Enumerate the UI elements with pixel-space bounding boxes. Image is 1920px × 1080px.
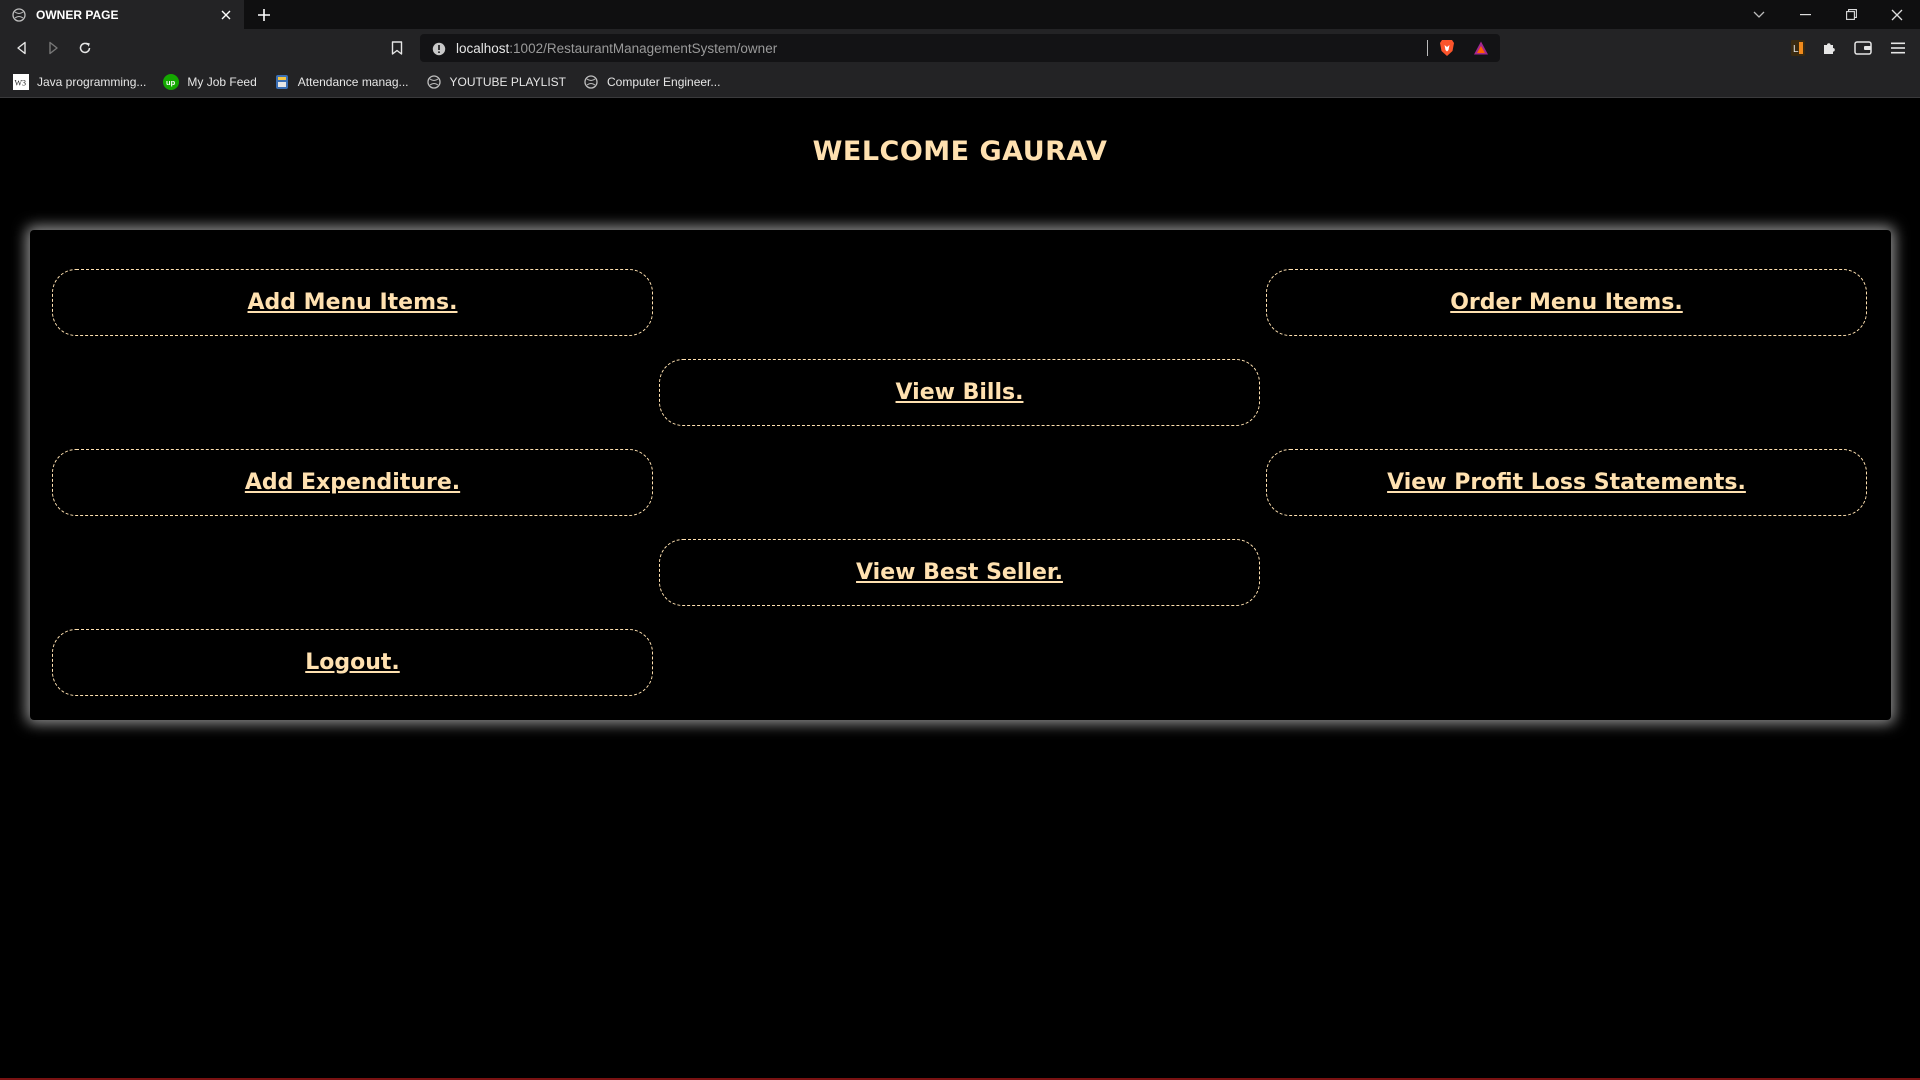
extension-badge: L (1793, 44, 1799, 55)
upwork-icon: up (163, 74, 180, 90)
logout-card[interactable]: Logout. (52, 629, 653, 696)
view-bills-card[interactable]: View Bills. (659, 359, 1260, 426)
bookmark-attendance[interactable]: Attendance manag... (274, 70, 409, 94)
svg-text:W3: W3 (15, 79, 27, 88)
globe-icon (426, 74, 442, 90)
minimize-icon[interactable] (1782, 0, 1828, 29)
site-info-icon[interactable] (432, 41, 446, 56)
url-host: localhost (456, 40, 510, 56)
add-expenditure-card[interactable]: Add Expenditure. (52, 449, 653, 516)
add-expenditure-link[interactable]: Add Expenditure. (245, 470, 460, 495)
bookmarks-bar: W3 Java programming... up My Job Feed At… (0, 67, 1920, 98)
bookmark-java-programming[interactable]: W3 Java programming... (13, 70, 146, 94)
tab-owner-page[interactable]: OWNER PAGE (0, 0, 244, 29)
view-profit-loss-link[interactable]: View Profit Loss Statements. (1387, 470, 1746, 495)
restore-icon[interactable] (1828, 0, 1874, 29)
order-menu-items-card[interactable]: Order Menu Items. (1266, 269, 1867, 336)
bookmark-youtube-playlist[interactable]: YOUTUBE PLAYLIST (426, 70, 566, 94)
add-menu-items-card[interactable]: Add Menu Items. (52, 269, 653, 336)
bookmark-label: Computer Engineer... (607, 75, 721, 89)
extension-l-icon[interactable]: L (1788, 38, 1808, 58)
close-window-icon[interactable] (1874, 0, 1920, 29)
close-tab-icon[interactable] (218, 7, 234, 23)
address-bar[interactable]: localhost:1002/RestaurantManagementSyste… (420, 34, 1500, 62)
order-menu-items-link[interactable]: Order Menu Items. (1450, 290, 1683, 315)
brave-shields-icon[interactable] (1438, 39, 1456, 57)
omnibox-divider (1427, 40, 1428, 56)
logout-link[interactable]: Logout. (305, 650, 400, 675)
globe-icon (583, 74, 599, 90)
app-icon (274, 74, 290, 90)
view-best-seller-card[interactable]: View Best Seller. (659, 539, 1260, 606)
forward-icon[interactable] (40, 35, 66, 61)
tab-title: OWNER PAGE (36, 7, 119, 22)
wallet-icon[interactable] (1853, 38, 1873, 58)
add-menu-items-link[interactable]: Add Menu Items. (248, 290, 458, 315)
new-tab-button[interactable] (253, 4, 275, 26)
owner-actions-panel: Add Menu Items. Order Menu Items. View B… (30, 230, 1891, 720)
bookmark-computer-engineer[interactable]: Computer Engineer... (583, 70, 720, 94)
wiki-icon: W3 (13, 74, 29, 90)
bookmark-icon[interactable] (384, 35, 410, 61)
brave-rewards-icon[interactable] (1472, 39, 1490, 57)
browser-toolbar: localhost:1002/RestaurantManagementSyste… (0, 29, 1920, 67)
bookmark-label: Attendance manag... (297, 75, 409, 89)
svg-text:up: up (166, 78, 176, 87)
extensions-puzzle-icon[interactable] (1820, 38, 1840, 58)
bookmark-label: My Job Feed (187, 75, 257, 89)
globe-icon (12, 7, 26, 22)
bookmark-label: YOUTUBE PLAYLIST (449, 75, 566, 89)
view-profit-loss-card[interactable]: View Profit Loss Statements. (1266, 449, 1867, 516)
reload-icon[interactable] (72, 35, 98, 61)
page-viewport: WELCOME GAURAV Add Menu Items. Order Men… (0, 99, 1920, 1080)
url-text: localhost:1002/RestaurantManagementSyste… (456, 41, 777, 56)
view-bills-link[interactable]: View Bills. (896, 380, 1024, 405)
bookmark-my-job-feed[interactable]: up My Job Feed (163, 70, 257, 94)
menu-icon[interactable] (1888, 38, 1908, 58)
tab-search-chevron-icon[interactable] (1736, 0, 1782, 29)
back-icon[interactable] (9, 35, 35, 61)
tab-strip: OWNER PAGE (0, 0, 1920, 29)
bookmark-label: Java programming... (37, 75, 147, 89)
page-title: WELCOME GAURAV (812, 136, 1108, 167)
url-path: :1002/RestaurantManagementSystem/owner (509, 40, 778, 56)
view-best-seller-link[interactable]: View Best Seller. (856, 560, 1063, 585)
